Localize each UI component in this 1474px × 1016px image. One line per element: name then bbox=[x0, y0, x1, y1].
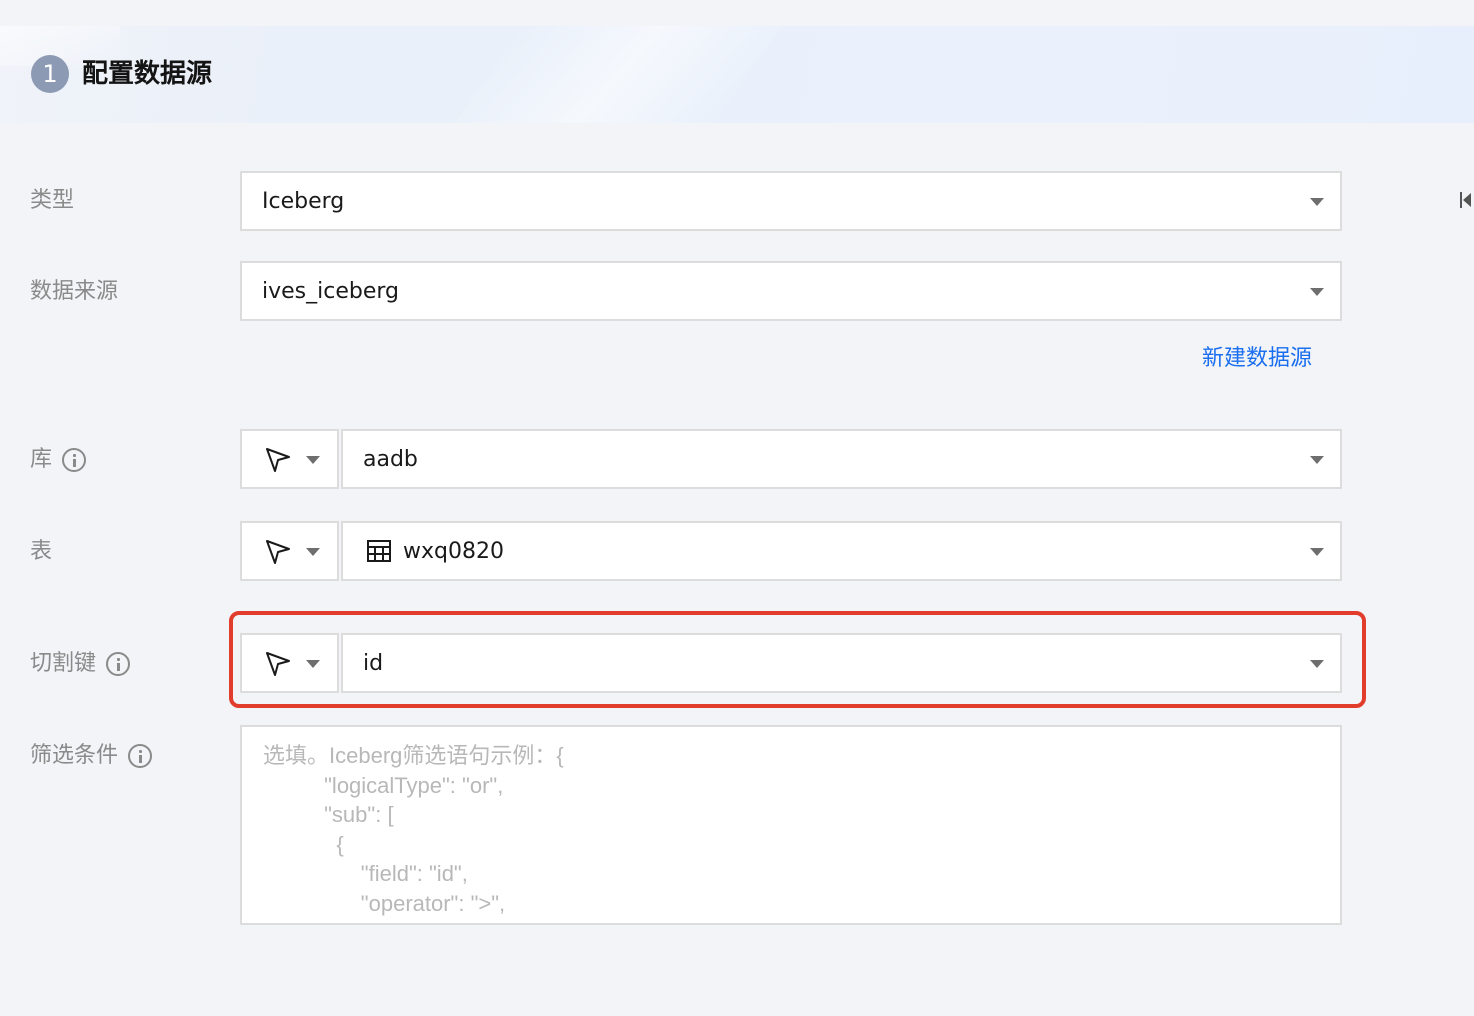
table-grid-icon bbox=[367, 540, 391, 562]
table-label: 表 bbox=[30, 539, 53, 564]
info-icon[interactable] bbox=[106, 652, 131, 676]
database-select[interactable]: aadb bbox=[341, 429, 1342, 489]
chevron-down-icon bbox=[306, 548, 320, 556]
database-mode-selector[interactable] bbox=[240, 429, 339, 489]
step-number-badge: 1 bbox=[31, 55, 69, 93]
chevron-down-icon bbox=[306, 456, 320, 464]
datasource-label: 数据来源 bbox=[30, 279, 119, 304]
chevron-down-icon bbox=[1310, 456, 1324, 464]
cursor-arrow-icon bbox=[266, 448, 290, 472]
database-label: 库 bbox=[30, 445, 87, 475]
filter-label: 筛选条件 bbox=[30, 741, 153, 771]
table-select[interactable]: wxq0820 bbox=[341, 521, 1342, 581]
section-title: 配置数据源 bbox=[82, 59, 213, 89]
section-header bbox=[0, 26, 1474, 123]
info-icon[interactable] bbox=[128, 744, 153, 768]
chevron-down-icon bbox=[1310, 548, 1324, 556]
chevron-down-icon bbox=[1310, 288, 1324, 296]
info-icon[interactable] bbox=[62, 448, 87, 472]
type-select[interactable]: Iceberg bbox=[240, 171, 1342, 231]
cursor-arrow-icon bbox=[266, 540, 290, 564]
chevron-down-icon bbox=[1310, 198, 1324, 206]
filter-textarea[interactable]: 选填。Iceberg筛选语句示例：{ "logicalType": "or", … bbox=[240, 725, 1342, 925]
split-key-label: 切割键 bbox=[30, 649, 131, 679]
collapse-panel-icon[interactable] bbox=[1458, 191, 1474, 209]
new-datasource-link[interactable]: 新建数据源 bbox=[1202, 344, 1312, 374]
table-mode-selector[interactable] bbox=[240, 521, 339, 581]
filter-placeholder: 选填。Iceberg筛选语句示例：{ "logicalType": "or", … bbox=[263, 743, 564, 923]
datasource-select[interactable]: ives_iceberg bbox=[240, 261, 1342, 321]
highlight-box bbox=[229, 611, 1366, 708]
type-label: 类型 bbox=[30, 188, 75, 213]
